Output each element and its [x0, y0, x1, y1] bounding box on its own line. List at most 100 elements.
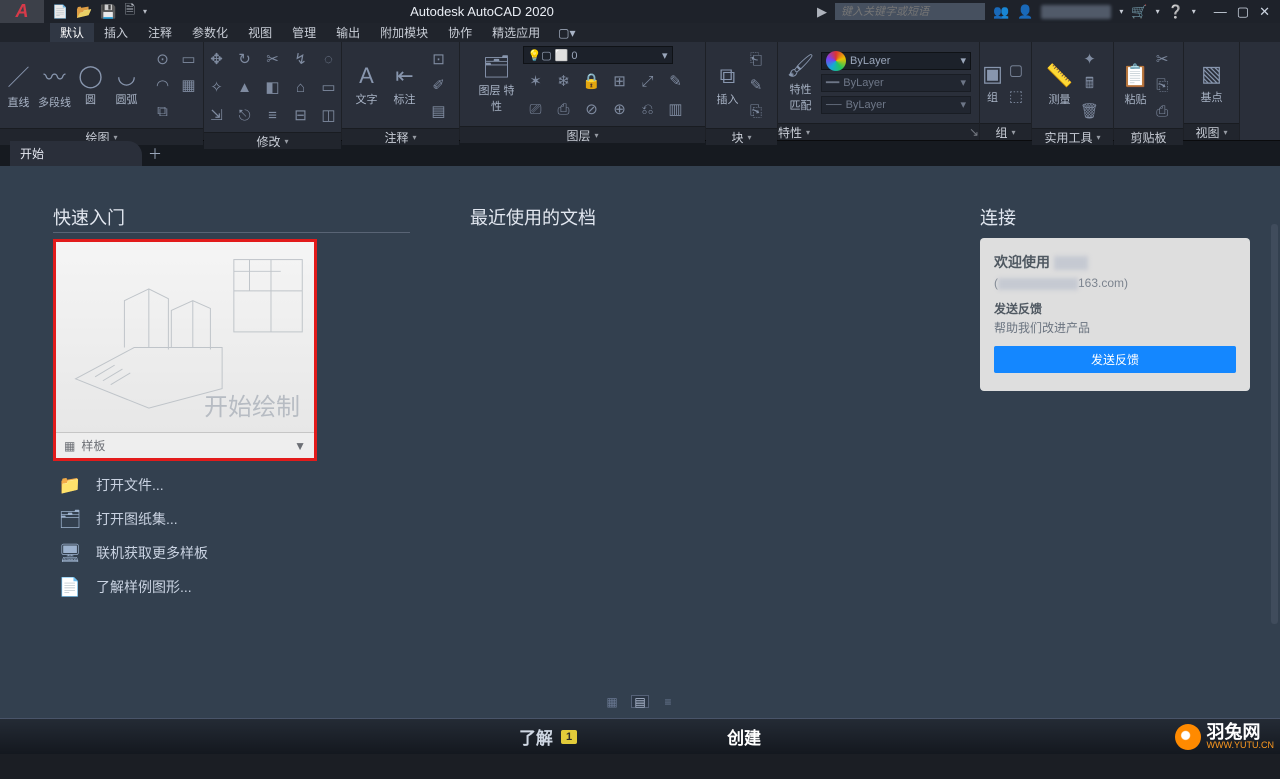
panel-label-view[interactable]: 视图: [1195, 124, 1219, 141]
open-sheetset-link[interactable]: 🗂打开图纸集...: [58, 509, 410, 529]
modify-icon[interactable]: ◌: [316, 46, 342, 72]
draw-arc-button[interactable]: ◡圆弧: [110, 60, 144, 110]
layer-icon[interactable]: ⎌: [635, 96, 661, 122]
bottom-tab-learn[interactable]: 了解 1: [519, 724, 577, 749]
clip-icon[interactable]: ⎙: [1149, 98, 1175, 124]
user-icon[interactable]: 👤: [1017, 4, 1033, 20]
panel-label-util[interactable]: 实用工具: [1044, 129, 1092, 146]
panel-label-block[interactable]: 块: [731, 129, 743, 146]
modify-icon[interactable]: ✧: [204, 74, 230, 100]
menu-tab-insert[interactable]: 插入: [94, 23, 138, 42]
modify-icon[interactable]: ↯: [288, 46, 314, 72]
view-toggle-detail[interactable]: ▤: [631, 695, 649, 708]
template-dropdown[interactable]: ▦样板 ▼: [56, 432, 314, 458]
draw-misc-icon[interactable]: ▭: [176, 46, 202, 72]
layer-props-button[interactable]: 🗂图层 特性: [477, 54, 517, 114]
draw-line-button[interactable]: ／直线: [2, 60, 36, 110]
block-icon[interactable]: ✎: [743, 72, 769, 98]
menu-tab-output[interactable]: 输出: [326, 23, 370, 42]
modify-icon[interactable]: ✂: [260, 46, 286, 72]
draw-misc-icon[interactable]: ⧉: [150, 98, 176, 124]
draw-misc-icon[interactable]: ⊙: [150, 46, 176, 72]
panel-label-layer[interactable]: 图层: [566, 127, 590, 144]
clip-icon[interactable]: ⎘: [1149, 72, 1175, 98]
annot-misc-icon[interactable]: ✐: [426, 72, 452, 98]
menu-tab-parametric[interactable]: 参数化: [182, 23, 238, 42]
people-icon[interactable]: 👥: [993, 4, 1009, 20]
modify-icon[interactable]: ⎋: [232, 102, 258, 128]
annot-text-button[interactable]: A文字: [350, 63, 384, 107]
group-button[interactable]: ▣组: [982, 61, 1003, 105]
layer-icon[interactable]: ⤢: [635, 68, 661, 94]
annot-misc-icon[interactable]: ⊡: [426, 46, 452, 72]
online-templates-link[interactable]: 🖥联机获取更多样板: [58, 543, 410, 563]
learn-samples-link[interactable]: 📄了解样例图形...: [58, 577, 410, 597]
app-logo[interactable]: A: [0, 0, 44, 23]
open-file-link[interactable]: 📁打开文件...: [58, 475, 410, 495]
quickstart-card-highlighted[interactable]: 开始绘制 ▦样板 ▼: [53, 239, 317, 461]
panel-label-props[interactable]: 特性: [778, 124, 802, 141]
util-measure-button[interactable]: 📏测量: [1043, 63, 1077, 107]
menu-tab-annotate[interactable]: 注释: [138, 23, 182, 42]
send-feedback-button[interactable]: 发送反馈: [994, 346, 1236, 373]
menu-tab-view[interactable]: 视图: [238, 23, 282, 42]
ribbon-view-options-icon[interactable]: ▢▾: [550, 23, 583, 42]
panel-label-clip[interactable]: 剪贴板: [1130, 129, 1166, 146]
util-icon[interactable]: ✦: [1077, 46, 1103, 72]
view-base-button[interactable]: ▧基点: [1195, 61, 1229, 105]
modify-icon[interactable]: ⊟: [288, 102, 314, 128]
quickstart-canvas[interactable]: 开始绘制: [56, 242, 314, 432]
doc-tab-start[interactable]: 开始: [10, 141, 142, 166]
layer-icon[interactable]: ⊕: [607, 96, 633, 122]
props-match-button[interactable]: 🖌特性 匹配: [786, 53, 815, 113]
layer-icon[interactable]: ✎: [663, 68, 689, 94]
panel-label-group[interactable]: 组: [995, 124, 1007, 141]
user-dropdown-icon[interactable]: ▾: [1119, 7, 1123, 16]
menu-tab-featured[interactable]: 精选应用: [482, 23, 550, 42]
modify-icon[interactable]: ◧: [260, 74, 286, 100]
block-icon[interactable]: ⎗: [743, 46, 769, 72]
help-icon[interactable]: ❔: [1168, 4, 1184, 20]
restore-button[interactable]: ▢: [1237, 4, 1249, 20]
util-icon[interactable]: 🖩: [1077, 72, 1103, 98]
layer-combo[interactable]: 💡▢ ⬜ 0▾: [523, 46, 673, 64]
panel-label-annot[interactable]: 注释: [384, 129, 408, 146]
menu-tab-default[interactable]: 默认: [50, 23, 94, 42]
close-button[interactable]: ✕: [1259, 4, 1270, 20]
util-icon[interactable]: 🗑: [1077, 98, 1103, 124]
props-lweight-combo[interactable]: ━━ByLayer▾: [821, 74, 971, 92]
qat-save-icon[interactable]: 💾: [100, 4, 116, 20]
menu-tab-manage[interactable]: 管理: [282, 23, 326, 42]
draw-misc-icon[interactable]: ▦: [176, 72, 202, 98]
layer-icon[interactable]: ▥: [663, 96, 689, 122]
modify-icon[interactable]: ≡: [260, 102, 286, 128]
annot-dim-button[interactable]: ⇤标注: [388, 63, 422, 107]
doc-tab-new[interactable]: ＋: [142, 141, 168, 166]
vertical-scrollbar[interactable]: [1271, 224, 1278, 624]
qat-open-icon[interactable]: 📂: [76, 4, 92, 20]
props-color-combo[interactable]: ByLayer▾: [821, 52, 971, 70]
block-icon[interactable]: ⎘: [743, 98, 769, 124]
minimize-button[interactable]: —: [1214, 4, 1227, 20]
layer-icon[interactable]: 🔒: [579, 68, 605, 94]
layer-icon[interactable]: ❄: [551, 68, 577, 94]
modify-icon[interactable]: ✥: [204, 46, 230, 72]
qat-print-icon[interactable]: 🗎: [125, 1, 135, 23]
qat-new-icon[interactable]: 📄: [52, 4, 68, 20]
clip-icon[interactable]: ✂: [1149, 46, 1175, 72]
modify-icon[interactable]: ⌂: [288, 74, 314, 100]
view-toggle-list[interactable]: ≡: [659, 695, 677, 708]
layer-icon[interactable]: ⊞: [607, 68, 633, 94]
props-ltype-combo[interactable]: ──ByLayer▾: [821, 96, 971, 114]
menu-tab-addin[interactable]: 附加模块: [370, 23, 438, 42]
modify-icon[interactable]: ◫: [316, 102, 342, 128]
modify-icon[interactable]: ▭: [316, 74, 342, 100]
bottom-tab-create[interactable]: 创建: [727, 724, 761, 749]
qat-dropdown-icon[interactable]: ▾: [143, 7, 147, 16]
draw-circle-button[interactable]: ◯圆: [74, 60, 108, 110]
layer-icon[interactable]: ⎚: [523, 96, 549, 122]
modify-icon[interactable]: ↻: [232, 46, 258, 72]
menu-tab-collab[interactable]: 协作: [438, 23, 482, 42]
panel-label-modify[interactable]: 修改: [256, 133, 280, 150]
group-icon[interactable]: ▢: [1003, 57, 1029, 83]
